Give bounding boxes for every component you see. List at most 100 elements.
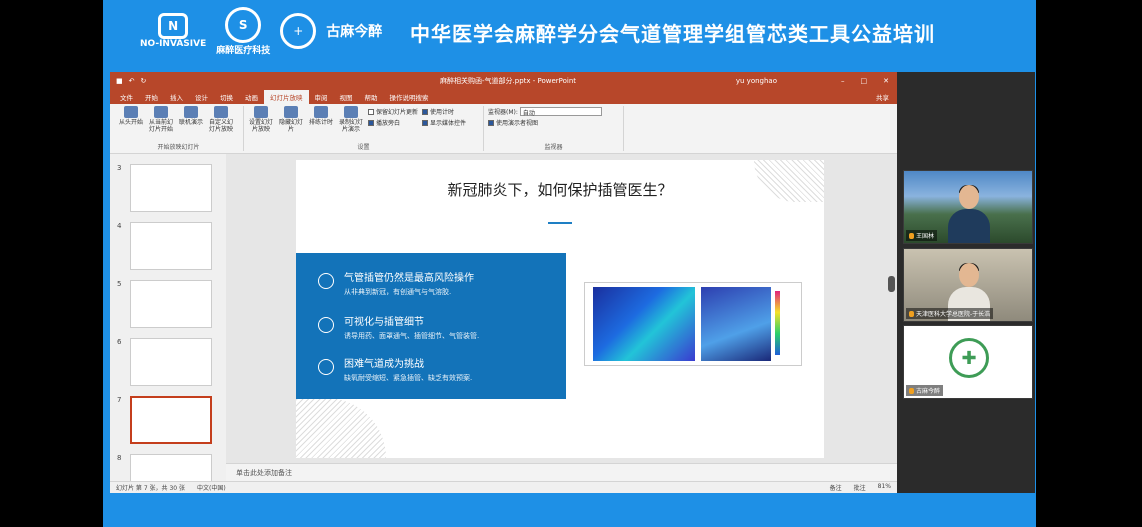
tab-review[interactable]: 审阅: [309, 90, 334, 104]
mic-icon: [909, 387, 914, 394]
tab-slideshow[interactable]: 幻灯片放映: [264, 90, 309, 104]
workspace: 3 4 5 6 7 8 新冠肺炎下，如何保护插管医生？ 气管插管仍然是最高风险操…: [110, 154, 897, 481]
undo-icon[interactable]: ↶: [129, 77, 135, 85]
participant-name-label: 王国林: [906, 230, 938, 241]
online-icon: [184, 106, 198, 118]
logo-gumajinzui: 古麻今醉: [326, 24, 383, 40]
user-name[interactable]: yu yonghao: [736, 77, 777, 85]
timer-icon: [314, 106, 328, 118]
slide-point-2: 可视化与插管细节 诱导用药、面罩通气、插管细节、气管装管.: [344, 317, 480, 340]
language-status[interactable]: 中文(中国): [197, 483, 226, 492]
thumbnail-slide[interactable]: 8: [117, 454, 212, 481]
tab-help[interactable]: 帮助: [359, 90, 384, 104]
save-icon[interactable]: ■: [116, 77, 123, 85]
ribbon-group-monitor: 监视器(M): 自动 使用演示者视图 监视器: [484, 106, 624, 151]
thumbnail-slide[interactable]: 5: [117, 280, 212, 330]
society-seal-icon: +: [280, 13, 317, 49]
ribbon-tabs: 文件 开始 插入 设计 切换 动画 幻灯片放映 审阅 视图 帮助 操作说明搜索 …: [110, 90, 897, 104]
tab-animations[interactable]: 动画: [239, 90, 264, 104]
gumajinzui-emblem-icon: ✚: [949, 338, 989, 378]
rocket-icon: [318, 359, 334, 375]
monitor-select[interactable]: 自动: [519, 107, 602, 117]
title-bar: ■ ↶ ↻ 麻醉相关购函-气道部分.pptx - PowerPoint yu y…: [110, 72, 897, 90]
close-icon[interactable]: ✕: [883, 77, 889, 85]
tab-design[interactable]: 设计: [189, 90, 214, 104]
status-bar: 幻灯片 第 7 张，共 30 张 中文(中国) 备注 批注 81%: [110, 481, 897, 493]
thumbnail-slide[interactable]: 6: [117, 338, 212, 388]
trophy-icon: [318, 317, 334, 333]
keep-updated-checkbox[interactable]: 保留幻灯片更新: [368, 107, 418, 116]
slideshow-current-icon: [154, 106, 168, 118]
heatmap-colorbar: [775, 291, 780, 355]
custom-show-icon: [214, 106, 228, 118]
mic-icon: [909, 232, 914, 239]
logo-noinvasive: N NO-INVASIVE: [140, 13, 206, 49]
thumbnail-slide-selected[interactable]: 7: [117, 396, 212, 446]
presenter-view-checkbox[interactable]: 使用演示者视图: [488, 118, 602, 127]
record-icon: [344, 106, 358, 118]
tab-transitions[interactable]: 切换: [214, 90, 239, 104]
monitor-row: 监视器(M): 自动: [488, 107, 602, 117]
slide-point-1: 气管插管仍然是最高风险操作 从非典到新冠，有创通气与气溶胶.: [344, 273, 474, 296]
participant-video-2[interactable]: 天津医科大学总医院-于长浩: [903, 248, 1033, 322]
redo-icon[interactable]: ↻: [141, 77, 147, 85]
quick-access-toolbar: ■ ↶ ↻: [116, 77, 146, 85]
group-label-start: 开始放映幻灯片: [157, 144, 200, 151]
notes-pane[interactable]: 单击此处添加备注: [226, 463, 897, 481]
noinvasive-logo-icon: N: [158, 13, 189, 39]
comments-button[interactable]: 批注: [854, 483, 866, 492]
logo-medical-tech: S 麻醉医疗科技: [216, 6, 270, 56]
tab-insert[interactable]: 插入: [164, 90, 189, 104]
participant-video-1[interactable]: 王国林: [903, 170, 1033, 244]
logo-strip: N NO-INVASIVE S 麻醉医疗科技 + 古麻今醉: [140, 6, 383, 56]
media-controls-checkbox[interactable]: 显示媒体控件: [422, 118, 466, 127]
slide-point-3: 困难气道成为挑战 缺氧耐受缩短、紧急插管、缺乏有效预案.: [344, 359, 473, 382]
participant-name-label: 天津医科大学总医院-于长浩: [906, 308, 994, 319]
slide-thumbnail-pane[interactable]: 3 4 5 6 7 8: [110, 154, 226, 481]
collapse-panel-handle[interactable]: [888, 276, 895, 292]
tell-me-search[interactable]: 操作说明搜索: [384, 90, 435, 104]
aerosol-heatmap-figure: [584, 282, 802, 366]
group-label-monitor: 监视器: [544, 144, 563, 151]
minimize-icon[interactable]: –: [841, 77, 845, 85]
participant-video-3[interactable]: ✚ 古麻今醉: [903, 325, 1033, 399]
share-button[interactable]: 共享: [870, 90, 897, 104]
window-controls: – □ ✕: [841, 77, 889, 85]
ribbon: 从头开始 从当前幻灯片开始 联机演示 自定义幻灯片放映 开始放映幻灯片 设置幻灯…: [110, 104, 897, 154]
ribbon-group-setup: 设置幻灯片放映 隐藏幻灯片 排练计时 录制幻灯片演示 保留幻灯片更新 播放旁白 …: [244, 106, 484, 151]
mic-icon: [909, 310, 914, 317]
trophy-laurel-icon: [318, 273, 334, 289]
document-title: 麻醉相关购函-气道部分.pptx - PowerPoint: [440, 77, 577, 85]
setup-icon: [254, 106, 268, 118]
powerpoint-window: ■ ↶ ↻ 麻醉相关购函-气道部分.pptx - PowerPoint yu y…: [110, 72, 897, 493]
maximize-icon[interactable]: □: [861, 77, 868, 85]
slide-counter: 幻灯片 第 7 张，共 30 张: [116, 485, 185, 492]
slideshow-icon: [124, 106, 138, 118]
tab-view[interactable]: 视图: [334, 90, 359, 104]
thumbnail-slide[interactable]: 4: [117, 222, 212, 272]
slide-blue-panel: 气管插管仍然是最高风险操作 从非典到新冠，有创通气与气溶胶. 可视化与插管细节 …: [296, 253, 566, 399]
group-label-setup: 设置: [357, 144, 370, 151]
heatmap-panel-b: [701, 287, 771, 361]
slide-title: 新冠肺炎下，如何保护插管医生？: [447, 181, 673, 199]
use-timing-checkbox[interactable]: 使用计时: [422, 107, 466, 116]
heatmap-panel-a: [593, 287, 695, 361]
hide-slide-icon: [284, 106, 298, 118]
narration-checkbox[interactable]: 播放旁白: [368, 118, 418, 127]
banner-title: 中华医学会麻醉学分会气道管理学组管芯类工具公益培训: [410, 22, 935, 46]
ribbon-group-start: 从头开始 从当前幻灯片开始 联机演示 自定义幻灯片放映 开始放映幻灯片: [114, 106, 244, 151]
slide-canvas[interactable]: 新冠肺炎下，如何保护插管医生？ 气管插管仍然是最高风险操作 从非典到新冠，有创通…: [296, 160, 824, 458]
participant-video-panel: 王国林 天津医科大学总医院-于长浩 ✚ 古麻今醉: [897, 72, 1035, 493]
participant-name-label: 古麻今醉: [906, 385, 944, 396]
decorative-globe-bottom: [296, 398, 386, 458]
thumbnail-slide[interactable]: 3: [117, 164, 212, 214]
left-black-bar: [0, 0, 103, 527]
zoom-level[interactable]: 81%: [878, 483, 891, 492]
screen: N NO-INVASIVE S 麻醉医疗科技 + 古麻今醉 中华医学会麻醉学分会…: [0, 0, 1142, 527]
medical-tech-logo-icon: S: [225, 6, 262, 43]
notes-button[interactable]: 备注: [830, 483, 842, 492]
tab-file[interactable]: 文件: [114, 90, 139, 104]
participant-avatar: [948, 185, 990, 243]
title-underline: [548, 222, 572, 224]
tab-home[interactable]: 开始: [139, 90, 164, 104]
